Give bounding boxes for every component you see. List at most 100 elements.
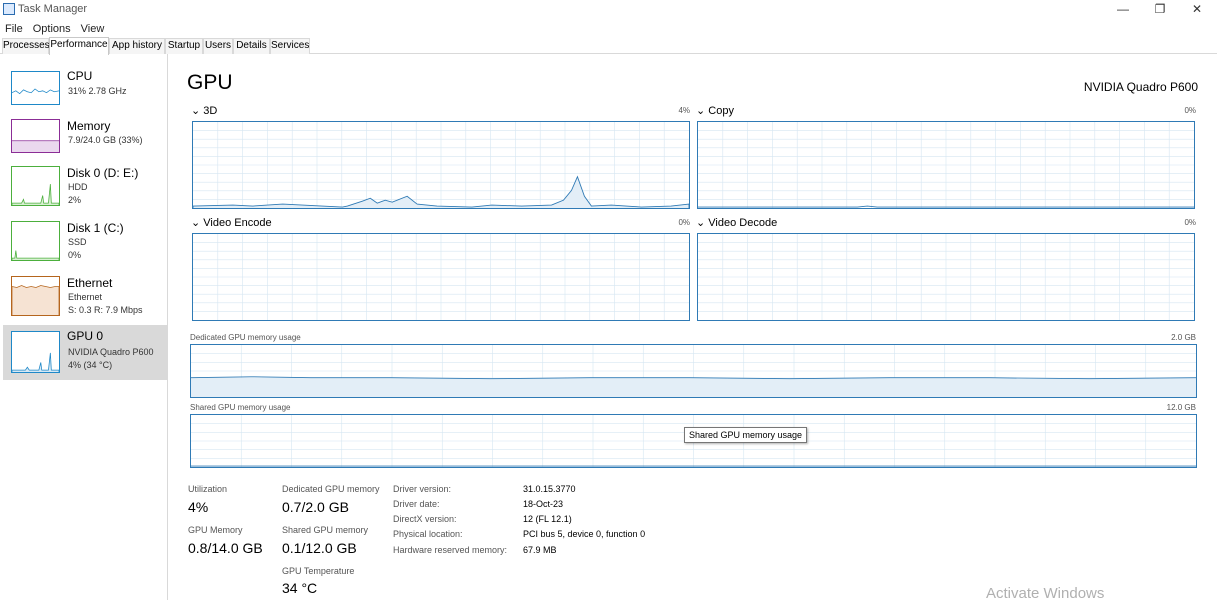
tab-services[interactable]: Services xyxy=(270,38,310,54)
shared-memory-value: 0.1/12.0 GB xyxy=(282,540,357,556)
tab-bar: Processes Performance App history Startu… xyxy=(0,37,1217,55)
sidebar: CPU 31% 2.78 GHz Memory 7.9/24.0 GB (33%… xyxy=(0,54,168,600)
dedicated-memory-label: Dedicated GPU memory xyxy=(282,484,380,494)
minimize-button[interactable]: — xyxy=(1106,0,1140,19)
physical-location-value: PCI bus 5, device 0, function 0 xyxy=(523,529,646,539)
engine-video-encode-label[interactable]: ⌄ Video Encode xyxy=(191,216,272,229)
engine-3d-percent: 4% xyxy=(678,106,690,115)
utilization-value: 4% xyxy=(188,499,209,515)
tab-performance[interactable]: Performance xyxy=(49,37,109,55)
sidebar-item-detail: 31% 2.78 GHz xyxy=(68,86,127,96)
gpu-memory-label: GPU Memory xyxy=(188,525,243,535)
chevron-down-icon: ⌄ xyxy=(696,217,706,229)
gpu-temperature-label: GPU Temperature xyxy=(282,566,355,576)
sidebar-item-gpu-0[interactable]: GPU 0 NVIDIA Quadro P600 4% (34 °C) xyxy=(3,325,167,380)
chevron-down-icon: ⌄ xyxy=(191,217,201,229)
window-title: Task Manager xyxy=(18,3,88,15)
menu-view[interactable]: View xyxy=(76,21,110,37)
sidebar-item-detail: 7.9/24.0 GB (33%) xyxy=(68,135,143,145)
gpu-temperature-value: 34 °C xyxy=(282,580,318,596)
tab-app-history[interactable]: App history xyxy=(109,38,165,54)
sidebar-item-detail: SSD xyxy=(68,237,87,247)
sidebar-item-title: Ethernet xyxy=(67,276,113,290)
menu-file[interactable]: File xyxy=(0,21,28,37)
driver-date-label: Driver date: xyxy=(393,499,440,509)
hardware-reserved-memory-value: 67.9 MB xyxy=(523,545,557,555)
sidebar-item-detail: NVIDIA Quadro P600 xyxy=(68,347,154,357)
sidebar-item-title: Disk 0 (D: E:) xyxy=(67,166,139,180)
sidebar-item-detail: 2% xyxy=(68,195,82,205)
dedicated-memory-value: 0.7/2.0 GB xyxy=(282,499,349,515)
sidebar-item-title: Memory xyxy=(67,119,111,133)
engine-3d-label[interactable]: ⌄ 3D xyxy=(191,104,217,117)
directx-version-label: DirectX version: xyxy=(393,514,457,524)
gpu-thumbnail-graph xyxy=(11,331,60,373)
title-bar: Task Manager — ❐ ✕ xyxy=(0,0,1217,19)
sidebar-item-cpu[interactable]: CPU 31% 2.78 GHz xyxy=(3,65,167,118)
sidebar-item-disk-1[interactable]: Disk 1 (C:) SSD 0% xyxy=(3,217,167,270)
menu-options[interactable]: Options xyxy=(28,21,76,37)
engine-3d-graph xyxy=(192,121,690,209)
hardware-reserved-memory-label: Hardware reserved memory: xyxy=(393,545,508,555)
shared-memory-graph-label: Shared GPU memory usage xyxy=(190,403,291,412)
sidebar-item-title: GPU 0 xyxy=(67,329,104,343)
tab-users[interactable]: Users xyxy=(203,38,233,54)
directx-version-value: 12 (FL 12.1) xyxy=(523,514,572,524)
shared-memory-label: Shared GPU memory xyxy=(282,525,369,535)
ethernet-thumbnail-graph xyxy=(11,276,60,316)
graph-grid xyxy=(698,234,1194,320)
engine-video-decode-name: Video Decode xyxy=(708,217,778,229)
menu-bar: File Options View xyxy=(0,19,109,35)
driver-version-label: Driver version: xyxy=(393,484,452,494)
driver-version-value: 31.0.15.3770 xyxy=(523,484,576,494)
sidebar-item-disk-0[interactable]: Disk 0 (D: E:) HDD 2% xyxy=(3,162,167,215)
page-title: GPU xyxy=(187,71,233,94)
sidebar-item-detail: 4% (34 °C) xyxy=(68,360,113,370)
disk-0-thumbnail-graph xyxy=(11,166,60,206)
gpu-model-name: NVIDIA Quadro P600 xyxy=(1083,80,1198,94)
engine-video-encode-percent: 0% xyxy=(678,218,690,227)
engine-video-decode-percent: 0% xyxy=(1184,218,1196,227)
tab-processes[interactable]: Processes xyxy=(2,38,50,54)
dedicated-memory-graph-label: Dedicated GPU memory usage xyxy=(190,333,301,342)
task-manager-icon xyxy=(3,3,15,15)
dedicated-memory-graph xyxy=(190,344,1197,398)
activate-windows-watermark: Activate Windows xyxy=(986,585,1105,600)
sidebar-item-detail: 0% xyxy=(68,250,82,260)
chevron-down-icon: ⌄ xyxy=(191,105,201,117)
driver-date-value: 18-Oct-23 xyxy=(523,499,564,509)
engine-copy-graph xyxy=(697,121,1195,209)
engine-video-decode-graph xyxy=(697,233,1195,321)
disk-1-thumbnail-graph xyxy=(11,221,60,261)
cpu-thumbnail-graph xyxy=(11,71,60,105)
maximize-button[interactable]: ❐ xyxy=(1143,0,1177,19)
graph-grid xyxy=(698,122,1194,208)
sidebar-item-detail: HDD xyxy=(68,182,88,192)
dedicated-memory-graph-max: 2.0 GB xyxy=(1171,333,1196,342)
engine-video-encode-name: Video Encode xyxy=(203,217,272,229)
physical-location-label: Physical location: xyxy=(393,529,463,539)
engine-video-encode-graph xyxy=(192,233,690,321)
sidebar-item-memory[interactable]: Memory 7.9/24.0 GB (33%) xyxy=(3,115,167,168)
engine-copy-percent: 0% xyxy=(1184,106,1196,115)
sidebar-item-ethernet[interactable]: Ethernet Ethernet S: 0.3 R: 7.9 Mbps xyxy=(3,272,167,325)
utilization-label: Utilization xyxy=(188,484,228,494)
shared-memory-graph-max: 12.0 GB xyxy=(1166,403,1196,412)
tab-details[interactable]: Details xyxy=(233,38,270,54)
sidebar-item-title: Disk 1 (C:) xyxy=(67,221,124,235)
engine-video-decode-label[interactable]: ⌄ Video Decode xyxy=(696,216,777,229)
engine-copy-name: Copy xyxy=(708,105,734,117)
memory-thumbnail-graph xyxy=(11,119,60,153)
tab-startup[interactable]: Startup xyxy=(165,38,203,54)
sidebar-item-detail: Ethernet xyxy=(68,292,103,302)
close-button[interactable]: ✕ xyxy=(1180,0,1214,19)
chevron-down-icon: ⌄ xyxy=(696,105,706,117)
graph-grid xyxy=(193,234,689,320)
graph-grid xyxy=(193,122,689,208)
engine-copy-label[interactable]: ⌄ Copy xyxy=(696,104,734,117)
gpu-memory-value: 0.8/14.0 GB xyxy=(188,540,263,556)
engine-3d-name: 3D xyxy=(203,105,218,117)
sidebar-item-detail: S: 0.3 R: 7.9 Mbps xyxy=(68,305,143,315)
sidebar-item-title: CPU xyxy=(67,69,93,83)
shared-memory-tooltip: Shared GPU memory usage xyxy=(684,427,808,443)
